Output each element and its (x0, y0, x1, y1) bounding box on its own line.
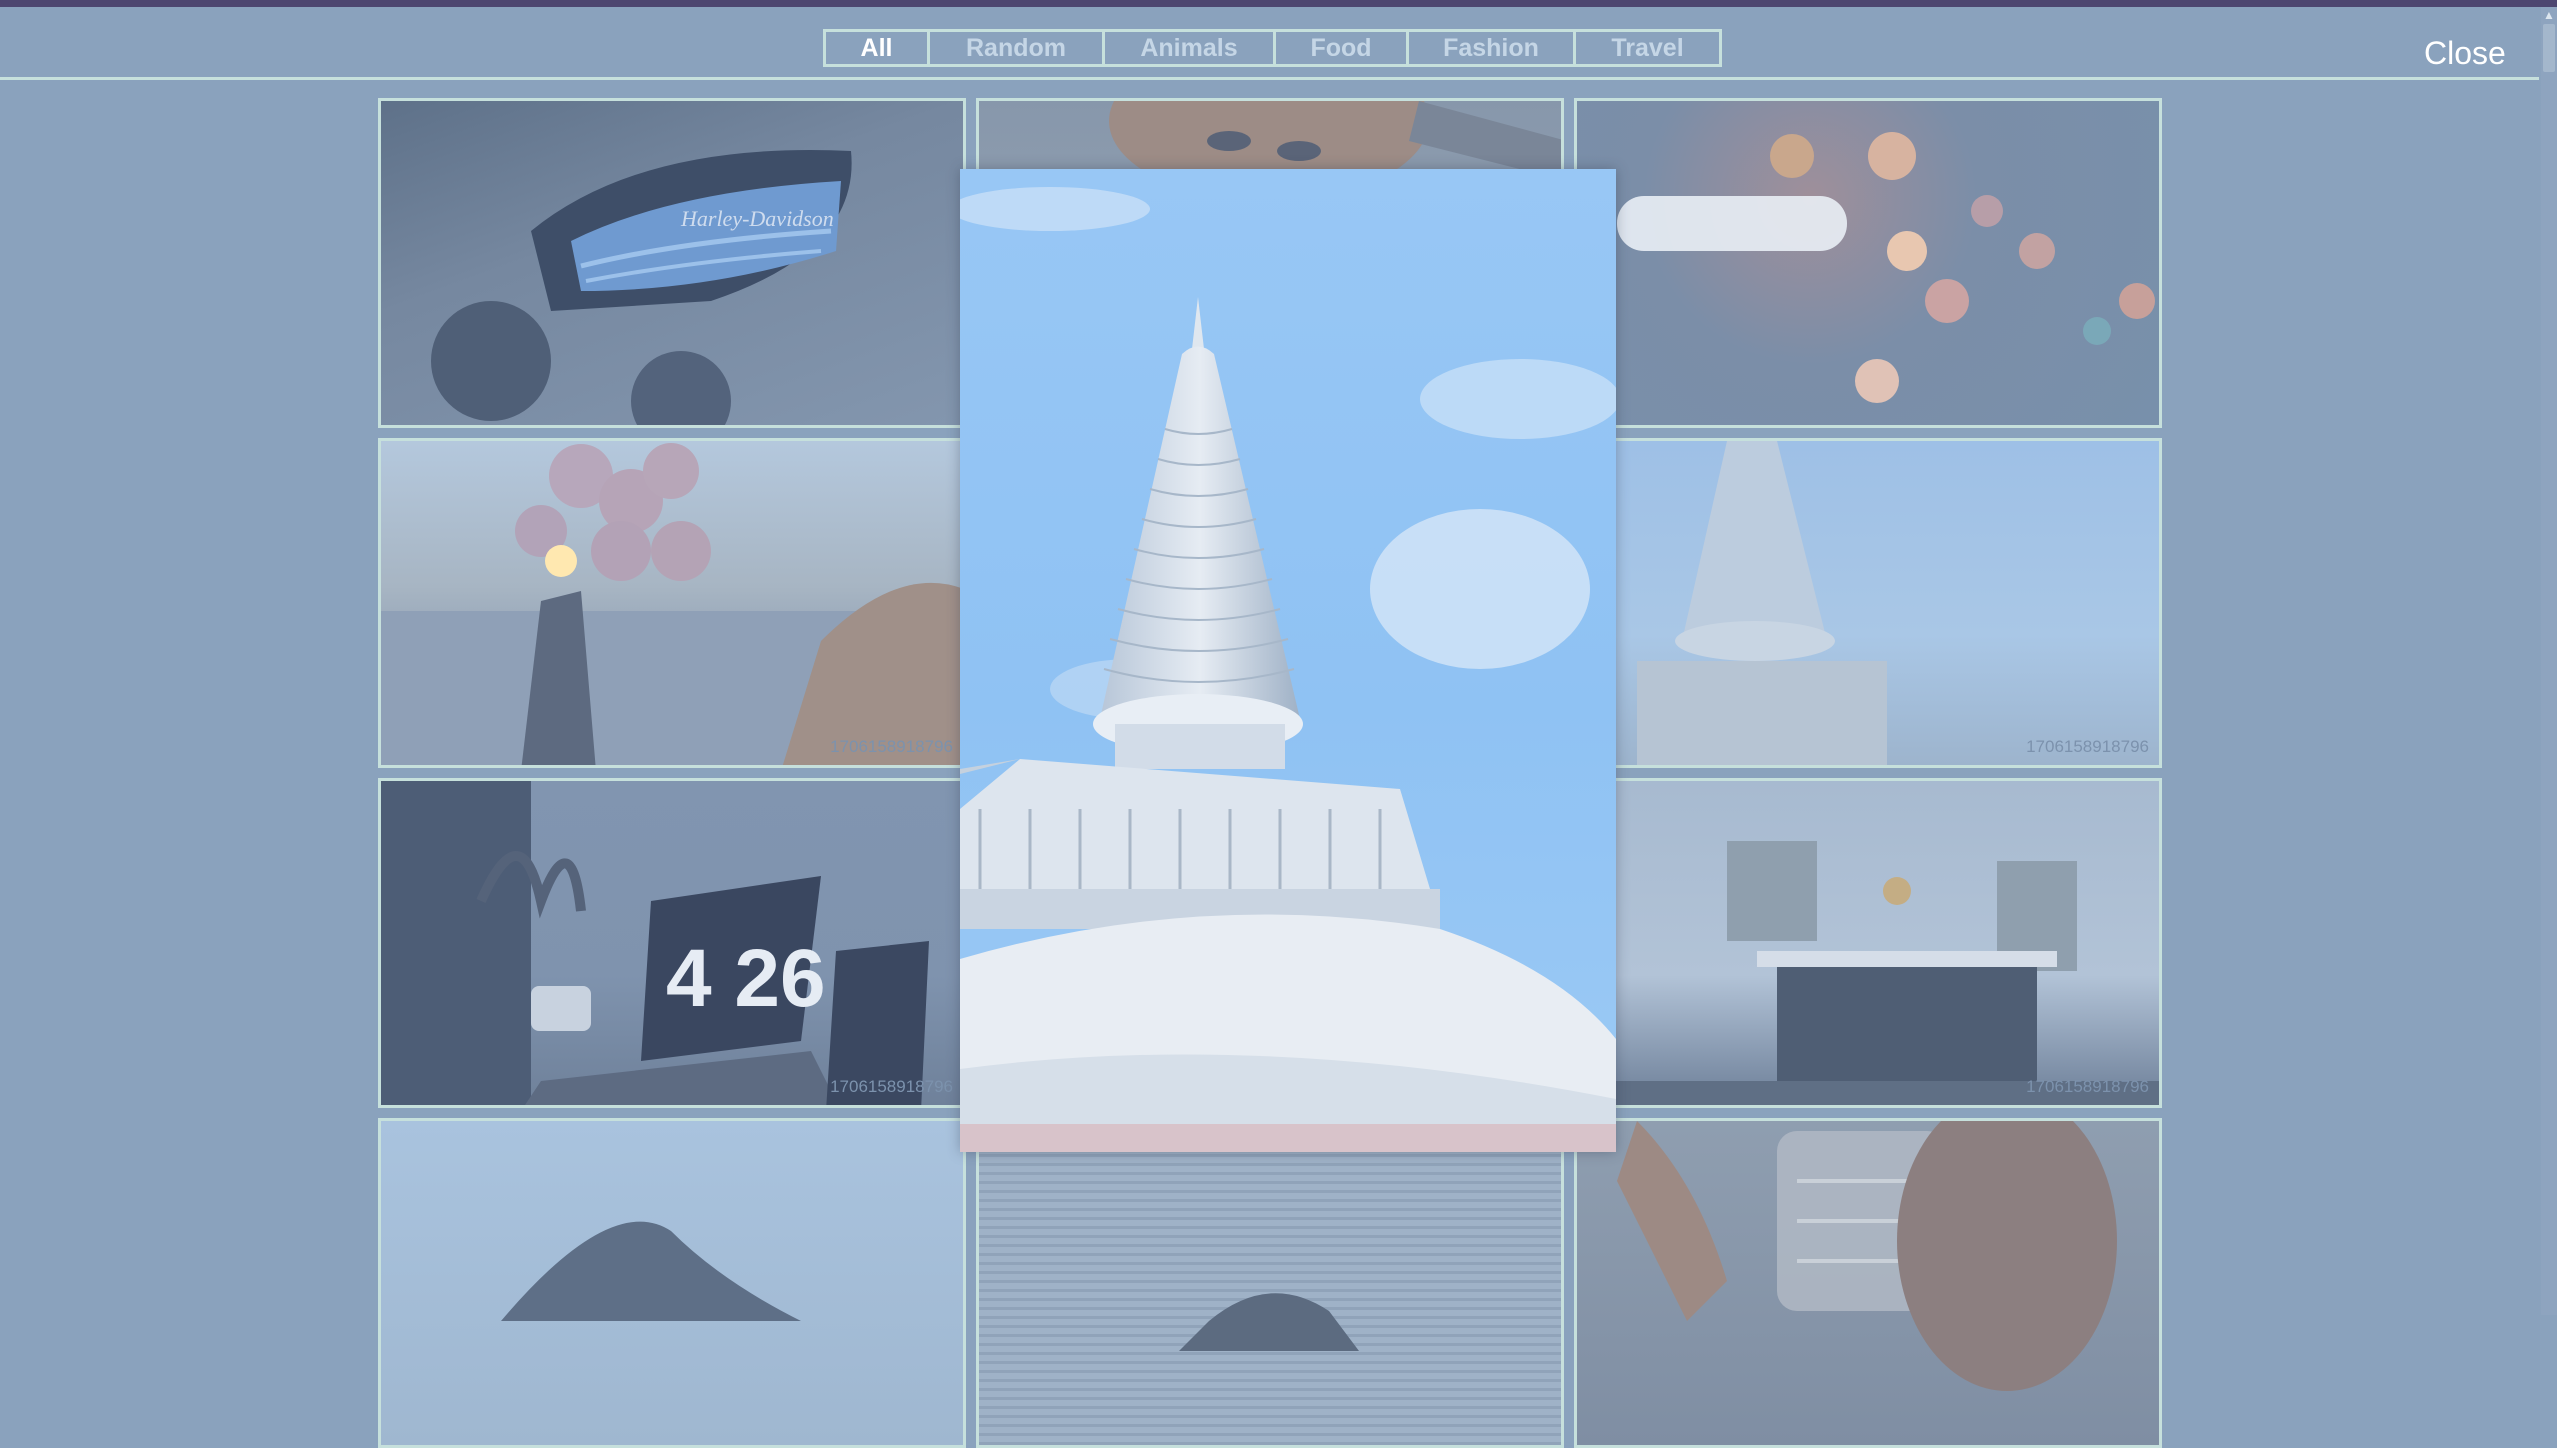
laptop-clock-image: 4 26 (381, 781, 929, 1105)
stupa-spire-sky-image (960, 187, 1616, 1152)
tab-fashion[interactable]: Fashion (1409, 32, 1576, 64)
bokeh-lights-image (1617, 132, 2155, 403)
gallery-item[interactable] (1574, 1118, 2162, 1448)
scrollbar[interactable] (2541, 7, 2557, 1315)
motorcycle-shutter-image (1179, 1293, 1359, 1351)
gallery-item[interactable]: Harley-Davidson (378, 98, 966, 428)
gallery-item[interactable]: 1706158918796 (1574, 778, 2162, 1108)
image-id-caption: 1706158918796 (2026, 737, 2149, 756)
tab-animals[interactable]: Animals (1105, 32, 1276, 64)
filter-tabs: All Random Animals Food Fashion Travel (823, 29, 1722, 67)
mountain-image (501, 1221, 801, 1321)
lightbox-image[interactable] (960, 169, 1616, 1152)
window-top-strip (0, 0, 2557, 7)
modern-kitchen-image (1577, 841, 2159, 1105)
scroll-up-arrow-icon[interactable]: ▲ (2541, 7, 2557, 23)
image-id-caption: 1706158918796 (830, 1077, 953, 1096)
svg-text:Harley-Davidson: Harley-Davidson (680, 206, 834, 231)
close-button[interactable]: Close (2424, 35, 2506, 72)
filter-header: All Random Animals Food Fashion Travel C… (0, 7, 2539, 80)
man-drinking-image (1617, 1121, 2117, 1391)
image-id-caption: 1706158918796 (830, 737, 953, 756)
gallery-item[interactable] (1574, 98, 2162, 428)
gallery-item[interactable]: 1706158918796 (1574, 438, 2162, 768)
woman-balloons-image (381, 443, 963, 765)
gallery-item[interactable] (378, 1118, 966, 1448)
gallery-item[interactable]: 1706158918796 (378, 438, 966, 768)
scrollbar-thumb[interactable] (2543, 24, 2555, 72)
tab-random[interactable]: Random (930, 32, 1105, 64)
motorcycle-image: Harley-Davidson (431, 150, 852, 425)
tab-food[interactable]: Food (1276, 32, 1409, 64)
gallery-item[interactable]: 4 26 1706158918796 (378, 778, 966, 1108)
image-id-caption: 1706158918796 (2026, 1077, 2149, 1096)
gallery-item[interactable] (976, 1118, 1564, 1448)
stupa-spire-image (1637, 441, 1887, 765)
svg-text:4 26: 4 26 (666, 933, 826, 1024)
tab-all[interactable]: All (826, 32, 930, 64)
tab-travel[interactable]: Travel (1576, 32, 1719, 64)
